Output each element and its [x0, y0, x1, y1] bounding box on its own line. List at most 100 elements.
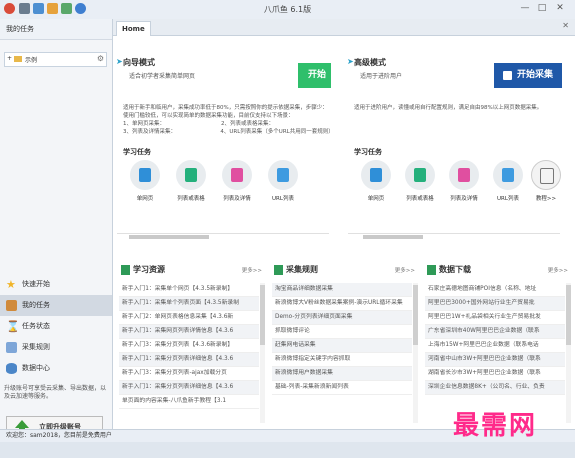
list-item[interactable]: 河南省中山市3W+阿里巴巴企业数据（联系	[425, 353, 565, 367]
minimize-button[interactable]: —	[518, 2, 532, 15]
maximize-button[interactable]: □	[535, 2, 549, 15]
tab-home[interactable]: Home	[116, 21, 151, 36]
nav-data-center[interactable]: 数据中心	[0, 358, 112, 379]
list-item[interactable]: 新手入门3：采集分页列表【4.3.6新录制】	[119, 339, 259, 353]
list-item[interactable]: 新手入门1：采集分页列表详细信息【4.3.6	[119, 353, 259, 367]
settings-gear-icon[interactable]: ⚙	[97, 54, 104, 63]
downloads-title: 数据下载	[427, 264, 471, 275]
start-bag-icon	[503, 71, 512, 80]
list-item[interactable]: 新浪微博用户数据采集	[272, 367, 412, 381]
learning-resources-panel: 学习资源 更多>> 新手入门1：采集单个网页【4.3.5新录制】 新手入门1：采…	[117, 259, 266, 429]
nav-label: 快速开始	[22, 280, 50, 288]
advanced-learn-title: 学习任务	[354, 148, 382, 156]
list-item[interactable]: 阿里巴巴1W+礼品袋相关行业生产贸易批发	[425, 311, 565, 325]
resources-more-link[interactable]: 更多>>	[242, 266, 262, 274]
nav-task-status[interactable]: ⌛ 任务状态	[0, 316, 112, 337]
rules-title: 采集规则	[274, 264, 318, 275]
adv-tutorial-link[interactable]: 教程>>	[524, 160, 568, 202]
downloads-scrollbar[interactable]	[566, 283, 571, 423]
adv-lesson-list-table[interactable]: 列表或表格	[398, 160, 442, 202]
rules-panel-icon	[274, 264, 283, 275]
lesson-single-page[interactable]: 单网页	[123, 160, 167, 202]
nav-label: 采集规则	[22, 343, 50, 351]
adv-lesson-list-detail[interactable]: 列表及详情	[442, 160, 486, 202]
tree-expand-icon[interactable]: +	[7, 55, 12, 62]
rules-more-link[interactable]: 更多>>	[395, 266, 415, 274]
list-item[interactable]: 赶集网电话采集	[272, 339, 412, 353]
star-icon: ★	[6, 278, 16, 291]
advanced-start-button[interactable]: 开始采集	[494, 63, 562, 88]
tree-item-label: 示例	[25, 57, 38, 64]
close-button[interactable]: ✕	[553, 2, 567, 15]
tab-close-icon[interactable]: ✕	[562, 21, 569, 30]
advanced-subtitle: 适用于进阶用户	[360, 73, 403, 80]
list-table-icon	[176, 160, 206, 190]
list-item[interactable]: 新手入门3：采集分页列表-ajax加载分页	[119, 367, 259, 381]
nav-label: 数据中心	[22, 364, 50, 372]
list-item[interactable]: 湖南省长沙市3W+阿里巴巴企业数据（联系	[425, 367, 565, 381]
list-item[interactable]: 阿里巴巴3000+国外网站行业生产贸易批	[425, 297, 565, 311]
main-content: Home ✕ ➤ 向导模式 适合初学者采集简单网页 开始 适用于新手和临用户，采…	[113, 19, 575, 429]
list-detail-icon	[222, 160, 252, 190]
advanced-title: 高级模式	[354, 58, 386, 67]
list-item[interactable]: 新手入门2：单网页表格信息采集【4.3.6新	[119, 311, 259, 325]
lesson-list-detail[interactable]: 列表及详情	[215, 160, 259, 202]
hourglass-icon: ⌛	[6, 320, 20, 333]
wizard-pin-icon: ➤	[116, 57, 123, 66]
rules-list: 淘宝商品详细数据采集 新浪微博大V粉丝数据采集案例-演示URL循环采集 Demo…	[272, 283, 412, 395]
list-item[interactable]: 基础-列表-采集新浪新闻列表	[272, 381, 412, 395]
list-item[interactable]: 新手入门1：采集分页列表详细信息【4.3.6	[119, 381, 259, 395]
list-item[interactable]: 淘宝商品详细数据采集	[272, 283, 412, 297]
advanced-mode-panel: ➤ 高级模式 适用于进阶用户 开始采集 适用于进阶用户，读懂或用自行配置规则，满…	[346, 47, 562, 241]
list-item[interactable]: 新手入门1：采集网页列表详情信息【4.3.6	[119, 325, 259, 339]
wizard-title: 向导模式	[123, 58, 155, 67]
window-title: 八爪鱼 6.1版	[263, 5, 312, 14]
list-item[interactable]: 新手入门1：采集单个列表页面【4.3.5新录制	[119, 297, 259, 311]
nav-quick-start[interactable]: ★ 快速开始	[0, 274, 112, 295]
nav-my-tasks[interactable]: 我的任务	[0, 295, 112, 316]
list-item[interactable]: 广东省深圳市40W阿里巴巴企业数据（联系	[425, 325, 565, 339]
my-tasks-header: 我的任务	[0, 19, 112, 40]
list-item[interactable]: 新浪微博指定关键字内容抓取	[272, 353, 412, 367]
upgrade-note: 升级账号可享受云采集、导出数据，以及云加速等服务。	[4, 385, 107, 400]
list-item[interactable]: 上海市15W+阿里巴巴企业数据（联系电话	[425, 339, 565, 353]
nav-label: 我的任务	[22, 301, 50, 309]
list-item[interactable]: 抓取微博评论	[272, 325, 412, 339]
wizard-learn-title: 学习任务	[123, 148, 151, 156]
lesson-url-list[interactable]: URL列表	[261, 160, 305, 202]
url-list-icon	[268, 160, 298, 190]
folder-icon	[14, 56, 22, 62]
list-item[interactable]: 单页面的内容采集-八爪鱼新手教程【3.1	[119, 395, 259, 409]
database-icon	[6, 363, 17, 374]
collection-rules-panel: 采集规则 更多>> 淘宝商品详细数据采集 新浪微博大V粉丝数据采集案例-演示UR…	[270, 259, 419, 429]
resources-list: 新手入门1：采集单个网页【4.3.5新录制】 新手入门1：采集单个列表页面【4.…	[119, 283, 259, 409]
list-item[interactable]: 深圳企业信息数据8K+（公司名、行业、负责	[425, 381, 565, 395]
downloads-list: 石家庄高德地图商铺POI信息（名称、地址 阿里巴巴3000+国外网站行业生产贸易…	[425, 283, 565, 395]
data-download-panel: 数据下载 更多>> 石家庄高德地图商铺POI信息（名称、地址 阿里巴巴3000+…	[423, 259, 572, 429]
advanced-horizontal-scrollbar[interactable]	[348, 233, 560, 240]
nav-rules[interactable]: 采集规则	[0, 337, 112, 358]
rules-icon	[6, 342, 17, 353]
book-icon	[531, 160, 561, 190]
list-item[interactable]: 新浪微博大V粉丝数据采集案例-演示URL循环采集	[272, 297, 412, 311]
wizard-mode-panel: ➤ 向导模式 适合初学者采集简单网页 开始 适用于新手和临用户，采集成功率低于8…	[115, 47, 334, 241]
list-item[interactable]: Demo-分页列表详细页面采集	[272, 311, 412, 325]
task-tree-item[interactable]: + 示例 ⚙	[4, 52, 107, 67]
download-icon	[427, 264, 436, 275]
advanced-pin-icon: ➤	[347, 57, 354, 66]
rules-scrollbar[interactable]	[413, 283, 418, 423]
resources-scrollbar[interactable]	[260, 283, 265, 423]
task-icon	[6, 300, 17, 311]
list-item[interactable]: 新手入门1：采集单个网页【4.3.5新录制】	[119, 283, 259, 297]
downloads-more-link[interactable]: 更多>>	[548, 266, 568, 274]
url-list-icon	[493, 160, 523, 190]
single-page-icon	[130, 160, 160, 190]
advanced-description: 适用于进阶用户，读懂或用自行配置规则，满足自由98%以上网页数据采集。	[354, 105, 543, 111]
wizard-start-button[interactable]: 开始	[298, 63, 331, 88]
list-item[interactable]: 石家庄高德地图商铺POI信息（名称、地址	[425, 283, 565, 297]
lesson-list-table[interactable]: 列表或表格	[169, 160, 213, 202]
adv-lesson-single-page[interactable]: 单网页	[354, 160, 398, 202]
wizard-learn-icons: 单网页 列表或表格 列表及详情 URL列表	[123, 160, 328, 212]
wizard-horizontal-scrollbar[interactable]	[117, 233, 329, 240]
title-bar: 八爪鱼 6.1版 — □ ✕	[0, 0, 575, 20]
